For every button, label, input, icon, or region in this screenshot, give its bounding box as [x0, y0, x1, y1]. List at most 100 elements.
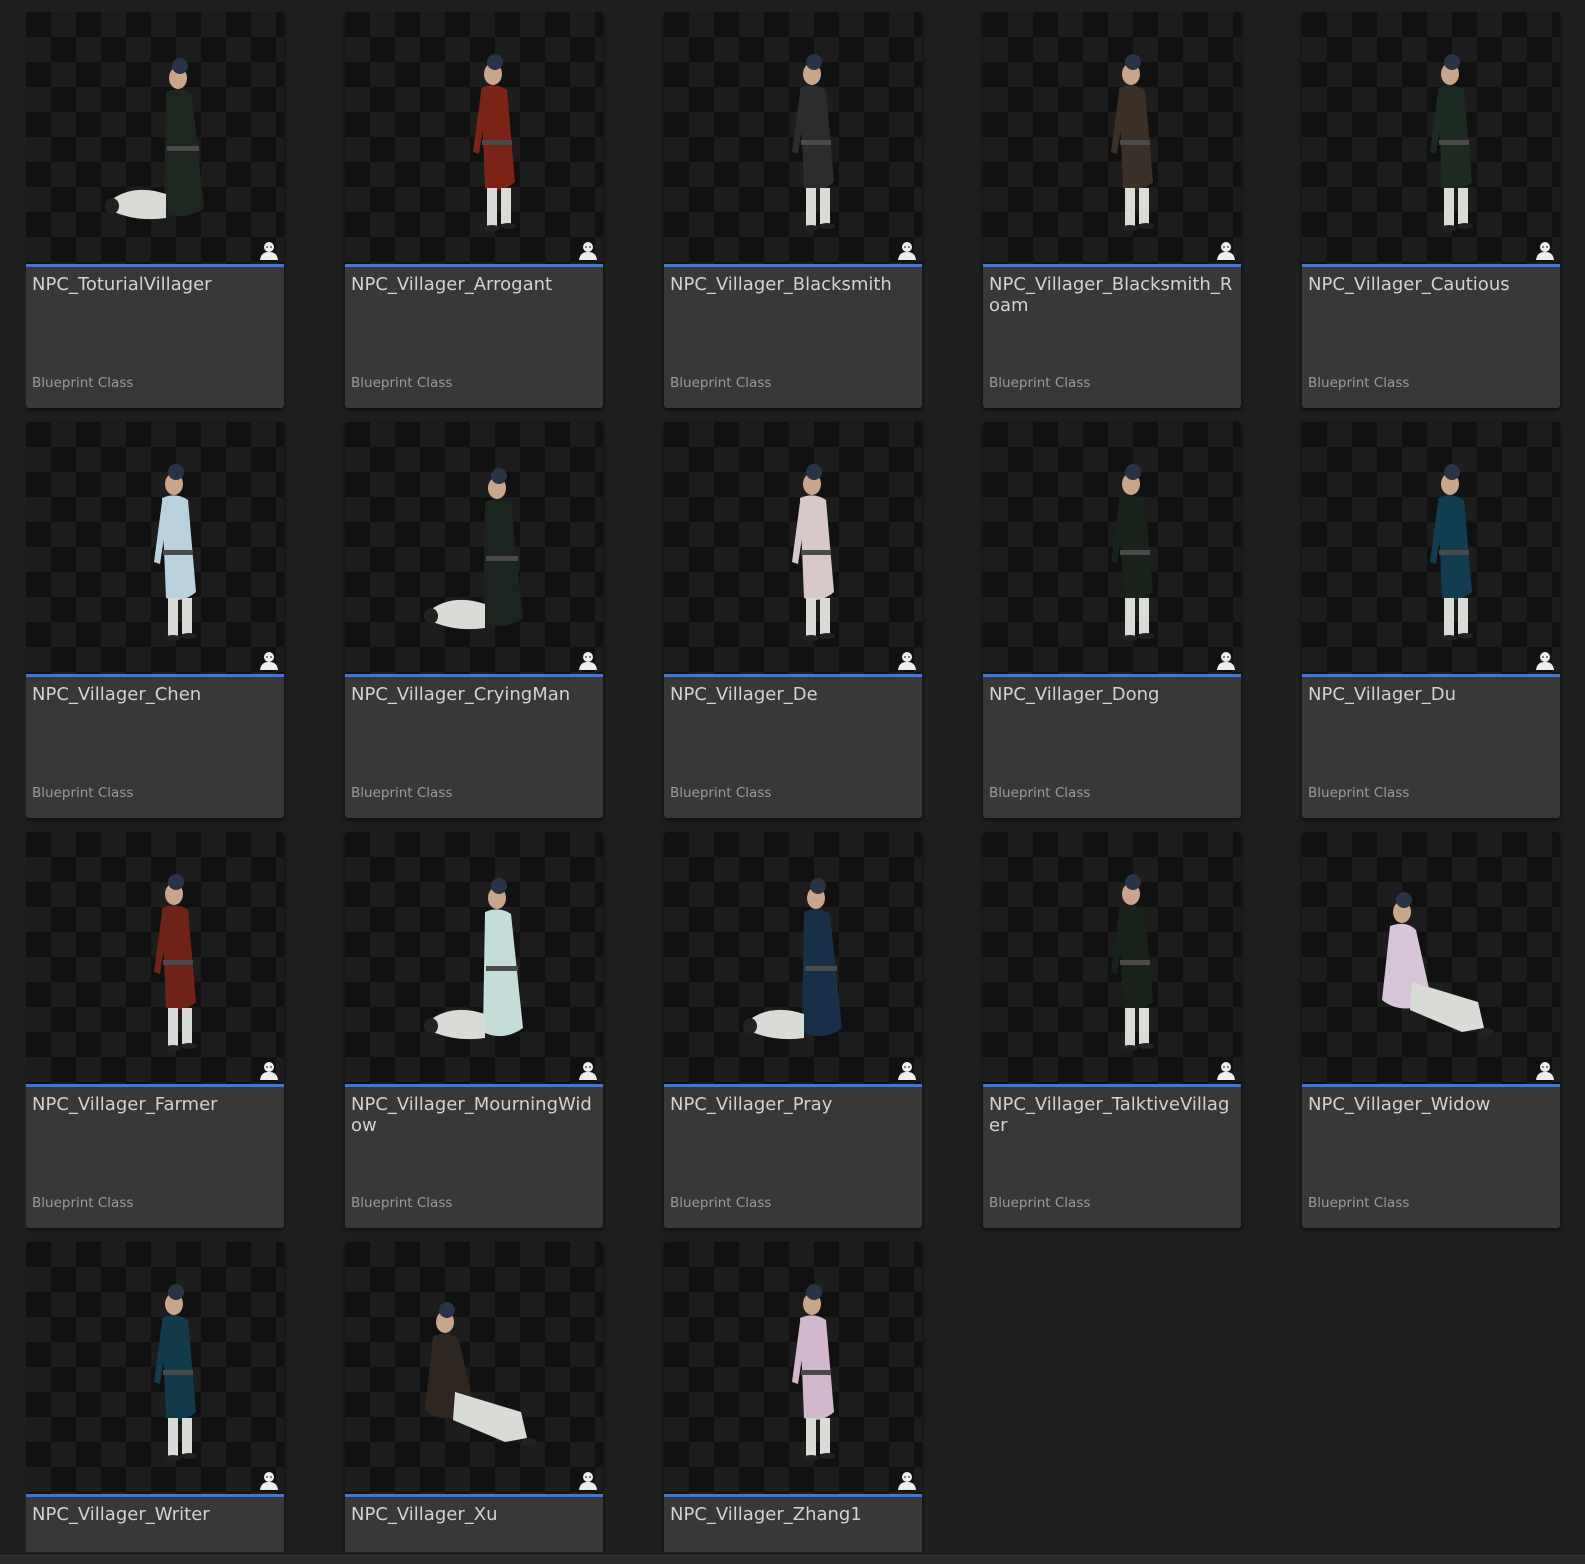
character-preview — [154, 874, 197, 1051]
asset-tile-11[interactable]: NPC_Villager_MourningWidow Blueprint Cla… — [345, 832, 603, 1228]
asset-name: NPC_Villager_De — [670, 684, 818, 705]
asset-type-label: Blueprint Class — [351, 1195, 453, 1211]
character-preview — [792, 54, 835, 231]
character-preview — [424, 468, 523, 630]
content-browser-grid: NPC_ToturialVillager Blueprint Class NPC… — [26, 12, 1585, 1552]
asset-name: NPC_Villager_Dong — [989, 684, 1160, 705]
character-preview — [1111, 874, 1154, 1051]
asset-thumbnail — [26, 422, 284, 674]
asset-type-label: Blueprint Class — [32, 375, 134, 391]
asset-tile-14[interactable]: NPC_Villager_Widow Blueprint Class — [1302, 832, 1560, 1228]
asset-tile-7[interactable]: NPC_Villager_De Blueprint Class — [664, 422, 922, 818]
asset-thumbnail — [26, 12, 284, 264]
asset-thumbnail — [983, 832, 1241, 1084]
asset-thumbnail — [26, 832, 284, 1084]
asset-type-label: Blueprint Class — [670, 1195, 772, 1211]
person-icon — [1217, 652, 1235, 670]
asset-thumbnail — [1302, 422, 1560, 674]
person-icon — [579, 1062, 597, 1080]
asset-type-label: Blueprint Class — [32, 785, 134, 801]
asset-thumbnail — [664, 422, 922, 674]
asset-type-color-bar — [345, 264, 603, 267]
asset-type-label: Blueprint Class — [1308, 785, 1410, 801]
asset-type-color-bar — [26, 1494, 284, 1497]
character-preview — [1430, 464, 1473, 641]
asset-type-color-bar — [664, 1494, 922, 1497]
asset-tile-15[interactable]: NPC_Villager_Writer Blueprint Class — [26, 1242, 284, 1552]
character-preview — [743, 878, 842, 1040]
asset-tile-0[interactable]: NPC_ToturialVillager Blueprint Class — [26, 12, 284, 408]
asset-name: NPC_Villager_Blacksmith_Roam — [989, 274, 1233, 316]
asset-tile-4[interactable]: NPC_Villager_Cautious Blueprint Class — [1302, 12, 1560, 408]
asset-thumbnail — [983, 422, 1241, 674]
asset-tile-13[interactable]: NPC_Villager_TalktiveVillager Blueprint … — [983, 832, 1241, 1228]
asset-thumbnail — [664, 12, 922, 264]
asset-type-label: Blueprint Class — [1308, 1195, 1410, 1211]
person-icon — [579, 652, 597, 670]
person-icon — [1217, 1062, 1235, 1080]
asset-type-label: Blueprint Class — [989, 785, 1091, 801]
asset-name: NPC_Villager_CryingMan — [351, 684, 571, 705]
person-icon — [898, 1472, 916, 1490]
character-preview — [473, 54, 516, 231]
asset-type-color-bar — [983, 264, 1241, 267]
asset-tile-8[interactable]: NPC_Villager_Dong Blueprint Class — [983, 422, 1241, 818]
person-icon — [260, 652, 278, 670]
asset-tile-9[interactable]: NPC_Villager_Du Blueprint Class — [1302, 422, 1560, 818]
asset-tile-12[interactable]: NPC_Villager_Pray Blueprint Class — [664, 832, 922, 1228]
asset-thumbnail — [345, 832, 603, 1084]
person-icon — [898, 1062, 916, 1080]
asset-type-color-bar — [345, 1494, 603, 1497]
asset-name: NPC_Villager_TalktiveVillager — [989, 1094, 1230, 1136]
asset-type-label: Blueprint Class — [32, 1195, 134, 1211]
asset-type-color-bar — [26, 1084, 284, 1087]
asset-type-label: Blueprint Class — [989, 375, 1091, 391]
asset-tile-17[interactable]: NPC_Villager_Zhang1 Blueprint Class — [664, 1242, 922, 1552]
character-preview — [154, 1284, 197, 1461]
person-icon — [579, 1472, 597, 1490]
person-icon — [898, 242, 916, 260]
character-preview — [792, 464, 835, 641]
person-icon — [260, 1062, 278, 1080]
bottom-strip — [0, 1553, 1585, 1564]
asset-tile-1[interactable]: NPC_Villager_Arrogant Blueprint Class — [345, 12, 603, 408]
character-preview — [105, 58, 204, 220]
character-preview — [425, 1302, 537, 1446]
asset-type-color-bar — [26, 674, 284, 677]
person-icon — [579, 242, 597, 260]
asset-type-color-bar — [664, 1084, 922, 1087]
asset-name: NPC_Villager_Writer — [32, 1504, 210, 1525]
asset-type-color-bar — [983, 674, 1241, 677]
person-icon — [898, 652, 916, 670]
asset-type-label: Blueprint Class — [989, 1195, 1091, 1211]
asset-type-color-bar — [664, 674, 922, 677]
character-preview — [792, 1284, 835, 1461]
asset-type-label: Blueprint Class — [670, 375, 772, 391]
asset-type-color-bar — [983, 1084, 1241, 1087]
person-icon — [1536, 1062, 1554, 1080]
asset-name: NPC_ToturialVillager — [32, 274, 212, 295]
asset-type-label: Blueprint Class — [670, 785, 772, 801]
asset-type-color-bar — [1302, 264, 1560, 267]
asset-name: NPC_Villager_Xu — [351, 1504, 498, 1525]
asset-name: NPC_Villager_MourningWidow — [351, 1094, 592, 1136]
character-preview — [1430, 54, 1473, 231]
asset-tile-10[interactable]: NPC_Villager_Farmer Blueprint Class — [26, 832, 284, 1228]
asset-tile-6[interactable]: NPC_Villager_CryingMan Blueprint Class — [345, 422, 603, 818]
asset-name: NPC_Villager_Arrogant — [351, 274, 553, 295]
asset-name: NPC_Villager_Chen — [32, 684, 202, 705]
asset-tile-2[interactable]: NPC_Villager_Blacksmith Blueprint Class — [664, 12, 922, 408]
asset-name: NPC_Villager_Pray — [670, 1094, 833, 1115]
asset-tile-3[interactable]: NPC_Villager_Blacksmith_Roam Blueprint C… — [983, 12, 1241, 408]
asset-thumbnail — [345, 12, 603, 264]
asset-type-color-bar — [664, 264, 922, 267]
asset-tile-16[interactable]: NPC_Villager_Xu Blueprint Class — [345, 1242, 603, 1552]
person-icon — [1536, 242, 1554, 260]
person-icon — [260, 242, 278, 260]
asset-thumbnail — [345, 422, 603, 674]
asset-thumbnail — [664, 1242, 922, 1494]
person-icon — [1536, 652, 1554, 670]
asset-name: NPC_Villager_Zhang1 — [670, 1504, 862, 1525]
asset-tile-5[interactable]: NPC_Villager_Chen Blueprint Class — [26, 422, 284, 818]
character-preview — [424, 878, 523, 1040]
